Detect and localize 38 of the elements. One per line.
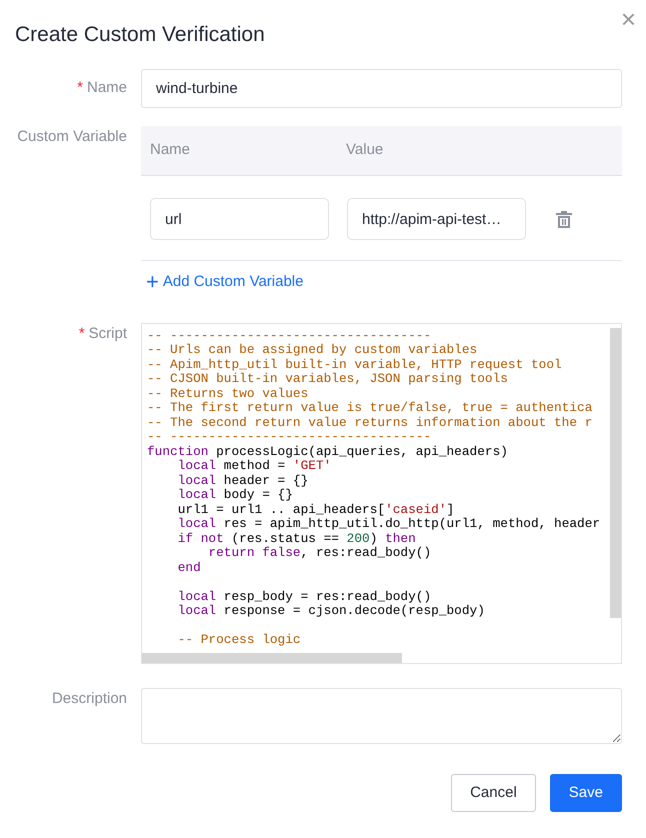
add-custom-variable-link[interactable]: + Add Custom Variable	[146, 271, 304, 294]
code-line: -- Process logic	[176, 633, 302, 648]
code-line: local resp_body = res:read_body()	[176, 590, 432, 604]
code-line: local res = apim_http_util.do_http(url1, method, header	[176, 517, 602, 532]
code-line: -- CJSON built-in variables, JSON parsing tools	[147, 372, 509, 387]
field-label: * Name	[77, 79, 127, 96]
code-line: local header = {}	[176, 474, 310, 488]
column-header: Value	[345, 140, 384, 160]
column-header: Name	[149, 140, 192, 160]
field-label: Description	[52, 690, 127, 707]
trash-icon[interactable]	[556, 210, 572, 228]
vertical-scrollbar[interactable]	[610, 328, 621, 618]
code-line: end	[176, 560, 202, 576]
code-line: return false, res:read_body()	[207, 546, 432, 561]
code-line: local body = {}	[176, 488, 294, 503]
code-line: -- ----------------------------------	[147, 328, 432, 344]
variable-value-input[interactable]: http://apim-api-test…	[347, 198, 526, 240]
code-line: -- The second return value returns information about the r	[147, 416, 594, 430]
code-line: -- Urls can be assigned by custom variables	[147, 343, 478, 358]
dialog-title: Create Custom Verification	[15, 22, 266, 48]
field-label: * Script	[78, 324, 127, 342]
code-line: local response = cjson.decode(resp_body)	[176, 604, 486, 619]
variable-name-input[interactable]: url	[150, 198, 329, 240]
code-line: function processLogic(api_queries, api_headers)	[147, 444, 509, 460]
code-editor[interactable]	[141, 322, 622, 664]
code-line: -- Returns two values	[147, 386, 310, 402]
cancel-button[interactable]: Cancel	[451, 774, 536, 812]
field-label: Custom Variable	[17, 128, 127, 146]
name-input[interactable]: wind-turbine	[141, 69, 622, 108]
code-line: url1 = url1 .. api_headers['caseid']	[176, 502, 456, 518]
code-line: if not (res.status == 200) then	[176, 532, 417, 546]
code-line: -- The first return value is true/false, true = authentica	[147, 401, 594, 416]
code-line: -- Apim_http_util built-in variable, HTTP request tool	[147, 358, 563, 372]
save-button[interactable]: Save	[550, 774, 622, 812]
code-line: -- ----------------------------------	[147, 430, 432, 445]
description-field[interactable]	[141, 688, 622, 744]
horizontal-scrollbar[interactable]	[142, 652, 402, 663]
code-line: local method = 'GET'	[176, 459, 332, 474]
